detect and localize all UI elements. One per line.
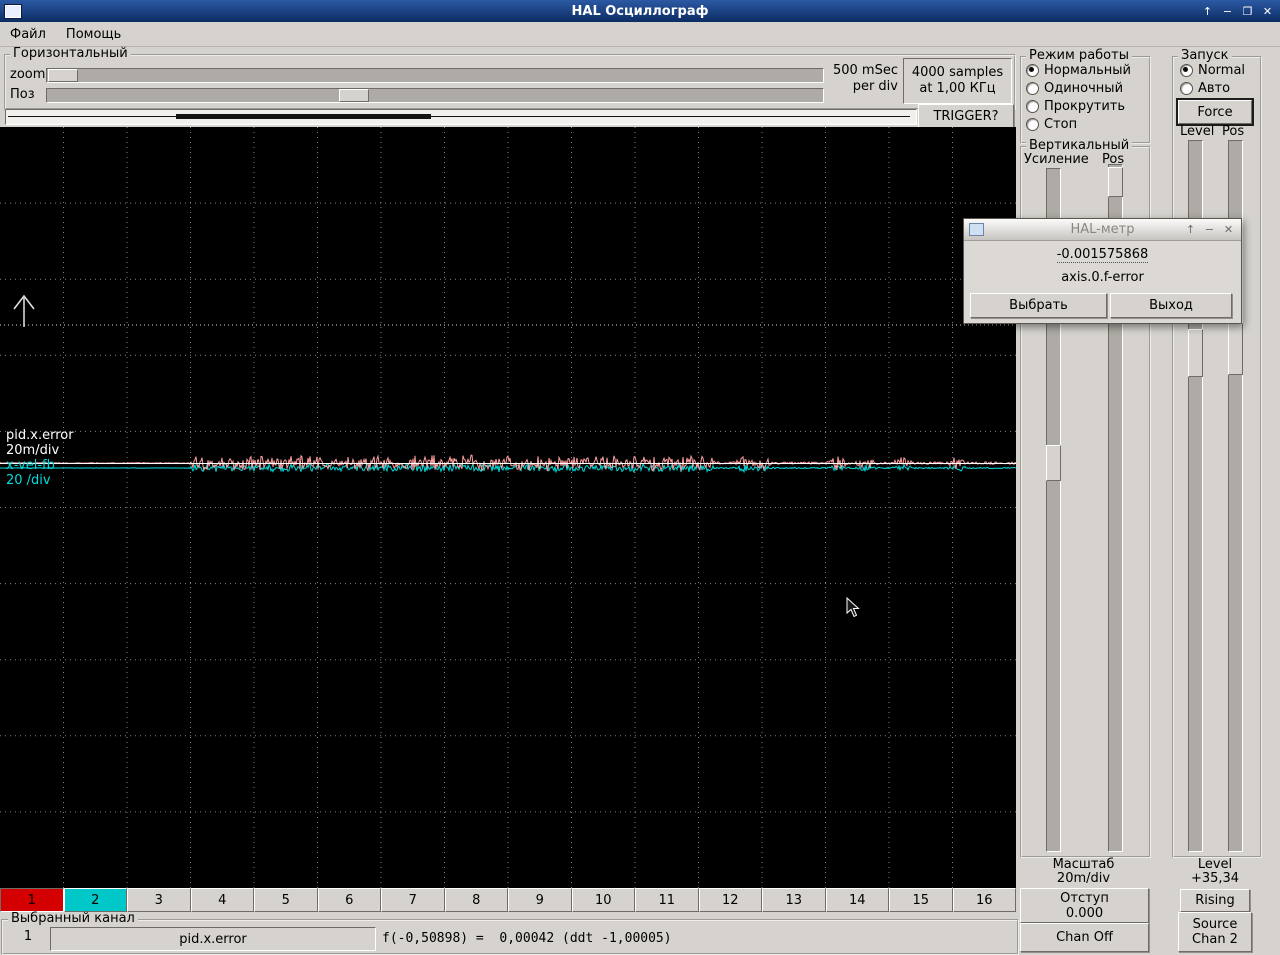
halmeter-shade-icon[interactable]: ↑ [1184,223,1197,236]
samples-line1: 4000 samples [911,65,1004,80]
channel-button-7[interactable]: 7 [381,888,445,912]
radio-icon [1026,118,1039,131]
trigger-auto[interactable]: Авто [1180,81,1230,96]
hpos-slider-handle[interactable] [339,89,369,102]
channel-bar: 1 2 3 4 5 6 7 8 9 10 11 12 13 14 15 16 [0,888,1016,912]
channel2-scale-label: 20 /div [6,473,51,488]
trigger-pos-slider-handle[interactable] [1228,323,1243,375]
scale-label: Масштаб [1052,857,1115,872]
channel-button-4[interactable]: 4 [190,888,254,912]
halmeter-value: -0.001575868 [1056,247,1149,263]
zoom-slider[interactable] [46,68,824,83]
trigger-level-slider-handle[interactable] [1188,329,1203,377]
selected-channel-number: 1 [23,929,33,944]
window-titlebar[interactable]: HAL Осциллограф ↑ − ❐ ✕ [0,0,1280,22]
halmeter-signal: axis.0.f-error [1061,270,1144,285]
channel-button-8[interactable]: 8 [444,888,508,912]
radio-icon [1026,100,1039,113]
level-readout-value: +35,34 [1190,871,1240,886]
window-title: HAL Осциллограф [571,3,709,19]
sweep-rate-line1: 500 mSec [832,63,898,78]
chan-off-button[interactable]: Chan Off [1020,923,1149,952]
channel-button-3[interactable]: 3 [127,888,191,912]
channel-button-10[interactable]: 10 [571,888,635,912]
channel-button-1[interactable]: 1 [0,888,64,912]
channel-button-6[interactable]: 6 [317,888,381,912]
trigger-normal[interactable]: Normal [1180,63,1245,78]
channel-button-15[interactable]: 15 [889,888,953,912]
run-mode-stop[interactable]: Стоп [1026,117,1077,132]
halmeter-close-icon[interactable]: ✕ [1222,223,1235,236]
channel-button-13[interactable]: 13 [762,888,826,912]
mouse-cursor [846,596,862,619]
radio-icon [1026,82,1039,95]
zoom-slider-handle[interactable] [48,69,78,82]
channel-button-12[interactable]: 12 [698,888,762,912]
hpos-slider[interactable] [46,88,824,103]
channel1-scale-label: 20m/div [6,443,60,458]
channel-button-9[interactable]: 9 [508,888,572,912]
halmeter-window[interactable]: HAL-метр ↑ − ✕ -0.001575868 axis.0.f-err… [963,218,1242,324]
maximize-icon[interactable]: ❐ [1239,3,1256,19]
close-icon[interactable]: ✕ [1259,3,1276,19]
run-mode-frame-label: Режим работы [1026,49,1132,63]
channel2-name-label: x-vel-fb [6,458,55,473]
run-mode-single[interactable]: Одиночный [1026,81,1123,96]
samples-box[interactable]: 4000 samples at 1,00 КГц [903,58,1012,104]
trigger-status-button[interactable]: TRIGGER? [918,104,1014,129]
trigger-source-button[interactable]: Source Chan 2 [1178,912,1252,952]
selected-channel-name-field[interactable]: pid.x.error [50,927,376,951]
trigger-frame-label: Запуск [1178,49,1232,63]
channel-value-readout: f(-0,50898) = 0,00042 (ddt -1,00005) [382,931,672,946]
edge-button[interactable]: Rising [1180,889,1250,912]
channel-button-11[interactable]: 11 [635,888,699,912]
radio-icon [1180,64,1193,77]
menu-file[interactable]: Файл [0,24,56,45]
channel-button-5[interactable]: 5 [254,888,318,912]
trigger-level-label: Level [1180,124,1215,139]
gain-slider-handle[interactable] [1046,445,1061,481]
force-button[interactable]: Force [1176,98,1254,126]
channel1-name-label: pid.x.error [6,428,74,443]
radio-icon [1026,64,1039,77]
vertical-pos-slider-handle[interactable] [1108,167,1123,197]
halmeter-titlebar[interactable]: HAL-метр ↑ − ✕ [964,219,1241,241]
halmeter-exit-button[interactable]: Выход [1110,293,1232,318]
run-mode-normal[interactable]: Нормальный [1026,63,1131,78]
channel-button-16[interactable]: 16 [952,888,1016,912]
radio-icon [1180,82,1193,95]
app-icon [5,4,21,18]
scope-display: pid.x.error 20m/div x-vel-fb 20 /div [0,127,1017,888]
trigger-pos-label: Pos [1222,124,1245,139]
halmeter-app-icon [969,223,984,236]
offset-button[interactable]: Отступ 0.000 [1020,888,1149,923]
hpos-label: Поз [10,87,35,102]
samples-line2: at 1,00 КГц [919,81,996,96]
menu-help[interactable]: Помощь [56,24,131,45]
gain-label: Усиление [1024,152,1089,167]
zoom-label: zoom [10,67,46,82]
menubar: Файл Помощь [0,22,1280,47]
trigger-frame [1172,56,1262,858]
selected-channel-frame-label: Выбранный канал [8,912,138,926]
run-mode-roll[interactable]: Прокрутить [1026,99,1125,114]
horizontal-frame-label: Горизонтальный [10,47,131,61]
level-readout-label: Level [1197,857,1233,872]
vertical-frame-label: Вертикальный [1026,139,1133,153]
halmeter-minimize-icon[interactable]: − [1203,223,1216,236]
scope-canvas [0,127,1017,888]
scale-value: 20m/div [1056,871,1111,886]
shade-icon[interactable]: ↑ [1199,3,1216,19]
channel-button-2[interactable]: 2 [63,888,127,912]
record-progress-bar [5,109,917,125]
minimize-icon[interactable]: − [1219,3,1236,19]
halmeter-select-button[interactable]: Выбрать [970,293,1107,318]
record-displayed-segment [176,114,431,119]
sweep-rate-line2: per div [852,79,898,94]
channel-button-14[interactable]: 14 [825,888,889,912]
